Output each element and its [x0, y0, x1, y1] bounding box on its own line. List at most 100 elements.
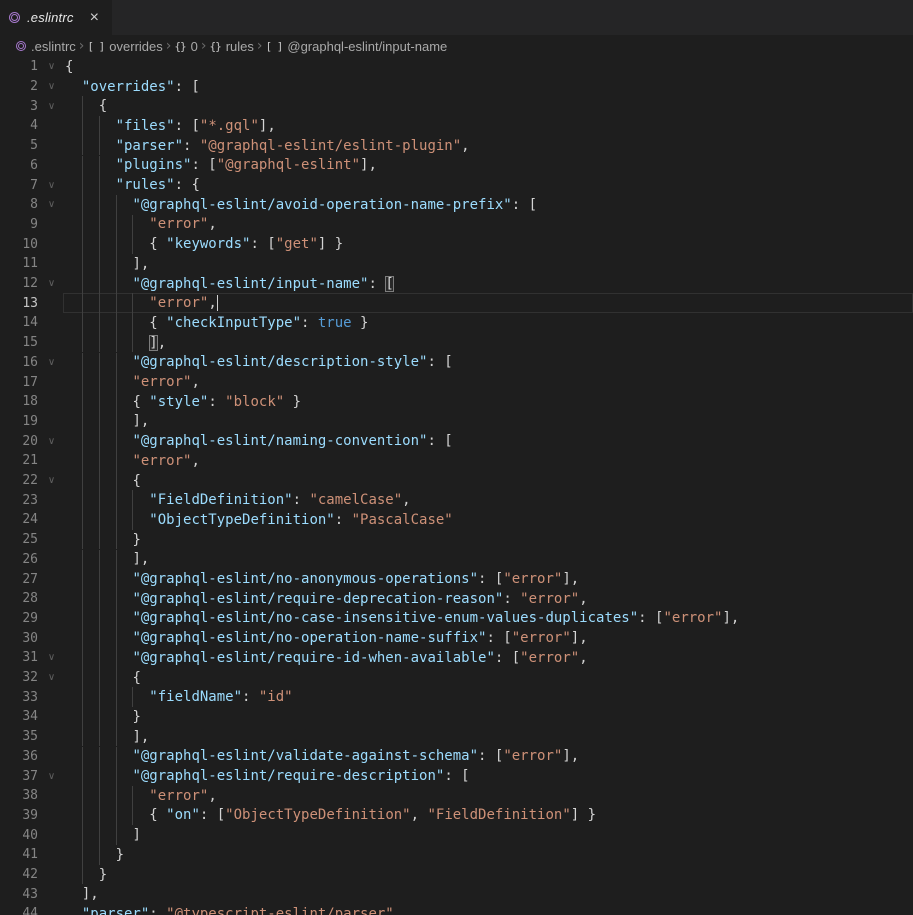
code-token: "error"	[520, 591, 579, 607]
indent-guide	[82, 825, 83, 845]
eslint-icon	[16, 41, 26, 51]
code-token: "parser"	[116, 138, 183, 154]
line-number: 36	[0, 749, 38, 764]
code-token: ,	[158, 335, 166, 351]
close-icon[interactable]: ×	[88, 10, 101, 26]
line-number: 14	[0, 315, 38, 330]
line-number: 9	[0, 217, 38, 232]
code-line: 17"error",	[0, 372, 913, 392]
indent-guide	[99, 234, 100, 254]
code-token: "rules"	[116, 177, 175, 193]
code-text: ],	[65, 884, 99, 904]
code-token: "FieldDefinition"	[427, 807, 570, 823]
indent-guide	[82, 687, 83, 707]
code-line: 10{ "keywords": ["get"] }	[0, 234, 913, 254]
code-line: 30"@graphql-eslint/no-operation-name-suf…	[0, 628, 913, 648]
breadcrumb-item[interactable]: [ ]@graphql-eslint/input-name	[266, 39, 448, 54]
indent-guide	[116, 195, 117, 215]
code-token: "@graphql-eslint/no-operation-name-suffi…	[132, 630, 486, 646]
indent-guide	[116, 234, 117, 254]
breadcrumb-item[interactable]: {}0	[174, 39, 197, 54]
code-text: "@graphql-eslint/avoid-operation-name-pr…	[65, 195, 537, 215]
indent-guide	[82, 195, 83, 215]
code-line: 16∨"@graphql-eslint/description-style": …	[0, 353, 913, 373]
code-token: ],	[259, 118, 276, 134]
code-token: "*.gql"	[200, 118, 259, 134]
code-text: "plugins": ["@graphql-eslint"],	[65, 156, 377, 176]
indent-guide	[99, 707, 100, 727]
breadcrumb-item[interactable]: .eslintrc	[16, 39, 76, 54]
code-token: ,	[208, 788, 216, 804]
code-token: :	[208, 394, 225, 410]
code-token: "id"	[259, 689, 293, 705]
code-token: "overrides"	[82, 79, 175, 95]
line-number: 7	[0, 178, 38, 193]
code-text: }	[65, 530, 141, 550]
indent-guide	[99, 195, 100, 215]
code-token: {	[65, 59, 73, 75]
code-token: "error"	[503, 571, 562, 587]
code-text: "error",	[65, 372, 200, 392]
chevron-down-icon[interactable]: ∨	[38, 672, 65, 683]
code-token: "@graphql-eslint/naming-convention"	[132, 433, 427, 449]
chevron-down-icon[interactable]: ∨	[38, 180, 65, 191]
chevron-down-icon[interactable]: ∨	[38, 652, 65, 663]
code-token: : [	[175, 118, 200, 134]
line-number: 22	[0, 473, 38, 488]
code-line: 40]	[0, 825, 913, 845]
line-number: 31	[0, 650, 38, 665]
code-token: :	[503, 591, 520, 607]
code-line: 3∨{	[0, 96, 913, 116]
chevron-down-icon[interactable]: ∨	[38, 436, 65, 447]
line-number: 19	[0, 414, 38, 429]
indent-guide	[116, 747, 117, 767]
indent-guide	[82, 156, 83, 176]
indent-guide	[116, 569, 117, 589]
text-cursor	[217, 295, 219, 311]
indent-guide	[82, 530, 83, 550]
indent-guide	[82, 471, 83, 491]
chevron-down-icon[interactable]: ∨	[38, 81, 65, 92]
chevron-down-icon[interactable]: ∨	[38, 475, 65, 486]
indent-guide	[99, 490, 100, 510]
chevron-down-icon[interactable]: ∨	[38, 101, 65, 112]
code-token: : [	[495, 650, 520, 666]
code-line: 37∨"@graphql-eslint/require-description"…	[0, 766, 913, 786]
code-text: "parser": "@typescript-eslint/parser"	[65, 904, 394, 915]
code-token: "checkInputType"	[166, 315, 301, 331]
indent-guide	[99, 747, 100, 767]
chevron-down-icon[interactable]: ∨	[38, 771, 65, 782]
line-number: 24	[0, 512, 38, 527]
tab-eslintrc[interactable]: .eslintrc ×	[0, 0, 112, 35]
code-text: "error",	[65, 451, 200, 471]
code-token: "error"	[512, 630, 571, 646]
chevron-down-icon[interactable]: ∨	[38, 278, 65, 289]
chevron-down-icon[interactable]: ∨	[38, 199, 65, 210]
line-number: 18	[0, 394, 38, 409]
chevron-down-icon[interactable]: ∨	[38, 357, 65, 368]
indent-guide	[99, 825, 100, 845]
chevron-down-icon[interactable]: ∨	[38, 61, 65, 72]
code-token: "@graphql-eslint/require-description"	[132, 768, 444, 784]
indent-guide	[99, 451, 100, 471]
code-text: ]	[65, 825, 141, 845]
code-token: "@typescript-eslint/parser"	[166, 906, 394, 915]
indent-guide	[82, 215, 83, 235]
code-line: 15],	[0, 333, 913, 353]
code-line: 6"plugins": ["@graphql-eslint"],	[0, 156, 913, 176]
code-token: "parser"	[82, 906, 149, 915]
code-editor[interactable]: 1∨{2∨"overrides": [3∨{4"files": ["*.gql"…	[0, 57, 913, 915]
code-line: 42}	[0, 865, 913, 885]
indent-guide	[82, 550, 83, 570]
code-line: 19],	[0, 412, 913, 432]
code-token: {	[149, 315, 166, 331]
indent-guide	[82, 412, 83, 432]
code-text: }	[65, 707, 141, 727]
line-number: 21	[0, 453, 38, 468]
breadcrumb-item[interactable]: [ ]overrides	[87, 39, 162, 54]
line-number: 10	[0, 237, 38, 252]
line-number: 12	[0, 276, 38, 291]
breadcrumb-item[interactable]: {}rules	[209, 39, 253, 54]
code-token: "@graphql-eslint/require-deprecation-rea…	[132, 591, 503, 607]
indent-guide	[116, 668, 117, 688]
